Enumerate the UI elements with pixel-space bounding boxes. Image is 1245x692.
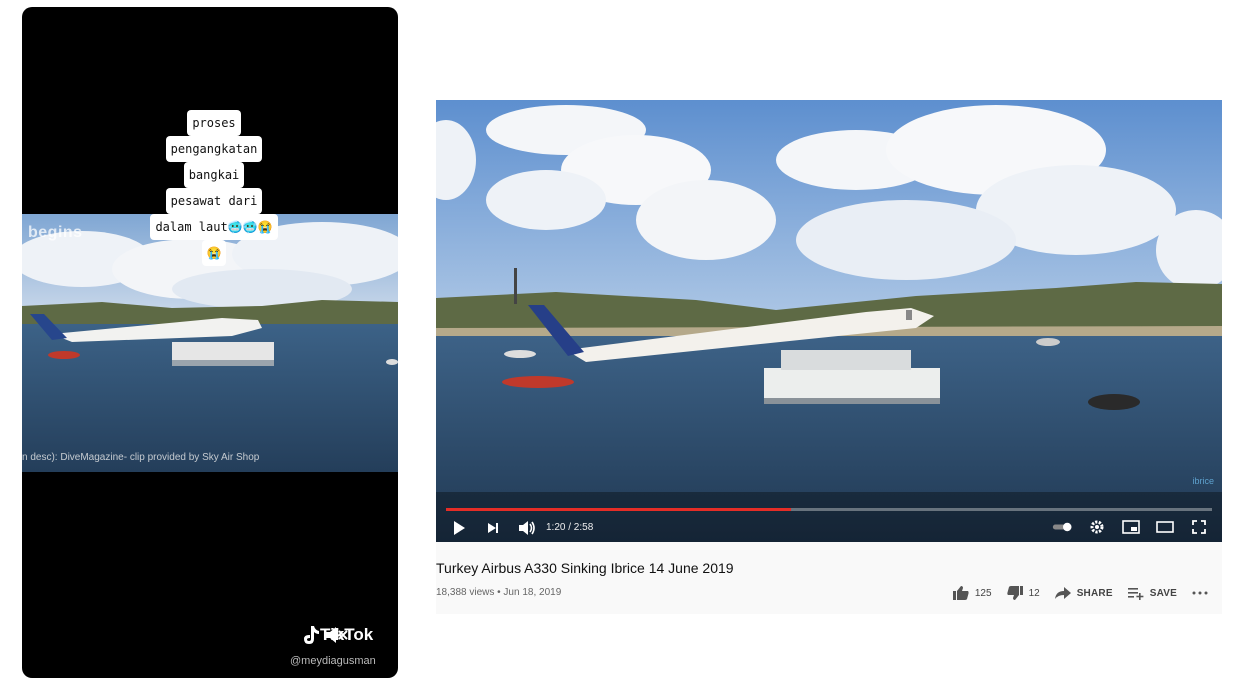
time-display: 1:20 / 2:58	[546, 522, 594, 533]
video-title: Turkey Airbus A330 Sinking Ibrice 14 Jun…	[436, 560, 734, 576]
autoplay-toggle-icon[interactable]	[1052, 516, 1074, 538]
video-overlay-text: begins	[28, 224, 83, 241]
player-controls: 1:20 / 2:58	[436, 513, 1222, 542]
tiktok-logo: TikTok	[302, 625, 373, 645]
volume-icon[interactable]	[516, 517, 538, 539]
theater-mode-icon[interactable]	[1154, 516, 1176, 538]
caption-line: proses	[187, 110, 241, 136]
save-label: SAVE	[1149, 587, 1177, 599]
like-count: 125	[974, 587, 992, 599]
more-options-button[interactable]	[1191, 590, 1214, 596]
caption-line: pengangkatan	[165, 136, 263, 162]
dislike-button[interactable]: 12	[1006, 585, 1040, 601]
screenshot-root: begins n desc): DiveMagazine- clip provi…	[0, 0, 1245, 692]
youtube-video-scene	[436, 100, 1222, 542]
tiktok-caption: proses pengangkatan bangkai pesawat dari…	[94, 110, 334, 266]
progress-bar[interactable]	[446, 508, 1212, 511]
thumbs-down-icon	[1006, 586, 1023, 600]
progress-bar-played	[446, 508, 791, 511]
settings-gear-icon[interactable]	[1086, 516, 1108, 538]
caption-line: dalam laut🥶🥶😭	[150, 214, 278, 240]
more-horizontal-icon	[1192, 591, 1208, 595]
caption-line: 😭	[201, 240, 227, 266]
share-label: SHARE	[1076, 587, 1113, 599]
caption-line: pesawat dari	[165, 188, 263, 214]
tiktok-note-icon	[304, 626, 319, 644]
tiktok-username[interactable]: @meydiagusman	[290, 655, 376, 667]
youtube-video-player[interactable]: ibrice 1:20 / 2:58	[436, 100, 1222, 542]
next-icon[interactable]	[482, 517, 504, 539]
video-watermark: ibrice	[1192, 476, 1214, 486]
miniplayer-icon[interactable]	[1120, 516, 1142, 538]
share-button[interactable]: SHARE	[1054, 586, 1113, 600]
save-button[interactable]: SAVE	[1127, 586, 1177, 600]
tiktok-video-panel[interactable]: begins n desc): DiveMagazine- clip provi…	[22, 7, 398, 678]
share-arrow-icon	[1054, 587, 1071, 599]
dislike-count: 12	[1028, 587, 1040, 599]
thumbs-up-icon	[952, 586, 969, 600]
video-actions: 125 12 SHARE SAVE	[938, 585, 1214, 601]
video-meta: 18,388 views • Jun 18, 2019	[436, 587, 562, 598]
video-credit-text: n desc): DiveMagazine- clip provided by …	[22, 452, 260, 463]
caption-line: bangkai	[183, 162, 245, 188]
youtube-panel: ibrice 1:20 / 2:58 Turkey Airbus A330 Si…	[436, 100, 1222, 614]
mute-icon[interactable]	[323, 625, 349, 645]
like-button[interactable]: 125	[952, 585, 992, 601]
play-icon[interactable]	[448, 517, 470, 539]
player-controls-right	[1040, 516, 1210, 538]
fullscreen-icon[interactable]	[1188, 516, 1210, 538]
playlist-add-icon	[1127, 588, 1144, 600]
